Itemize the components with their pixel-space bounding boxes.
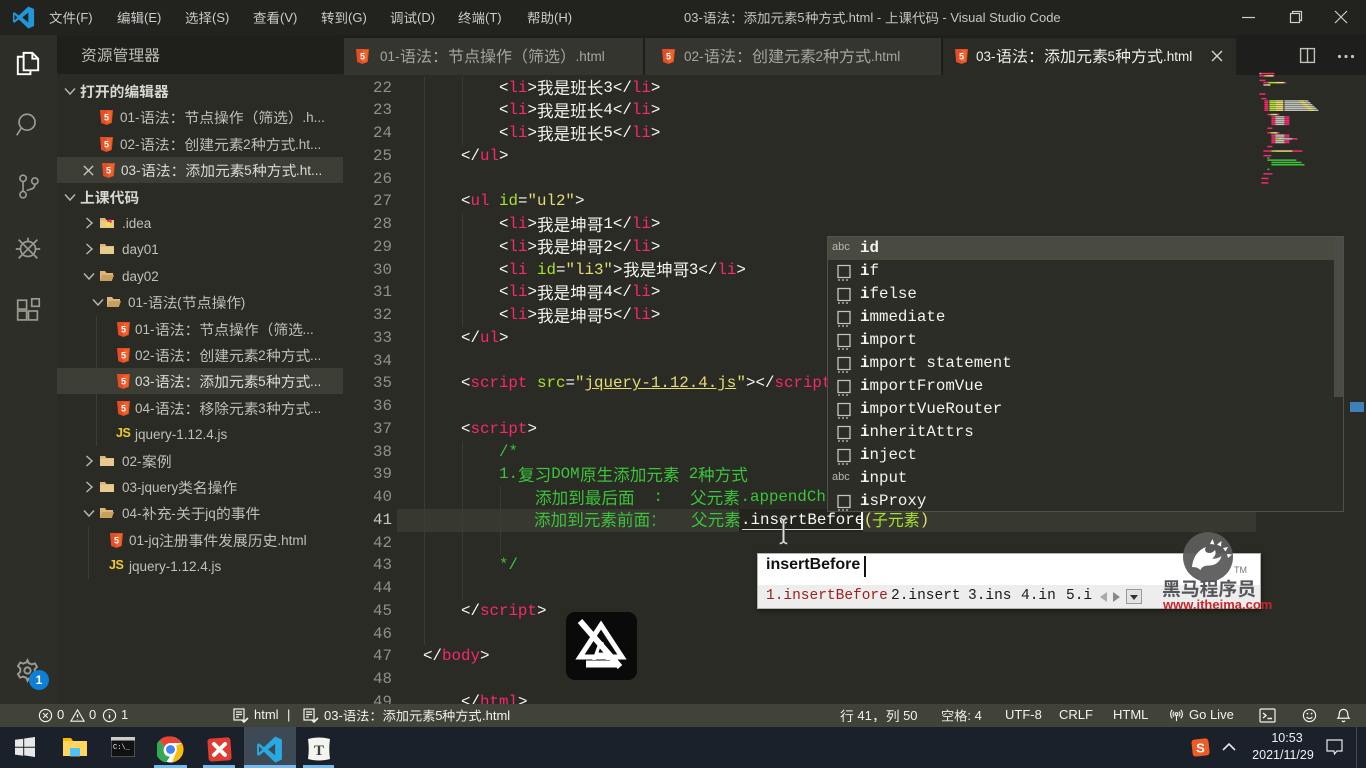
svg-text:C:\_: C:\_: [113, 744, 131, 752]
svg-text:S: S: [1196, 741, 1205, 756]
svg-text:A: A: [592, 636, 611, 666]
svg-text:T: T: [314, 743, 324, 759]
